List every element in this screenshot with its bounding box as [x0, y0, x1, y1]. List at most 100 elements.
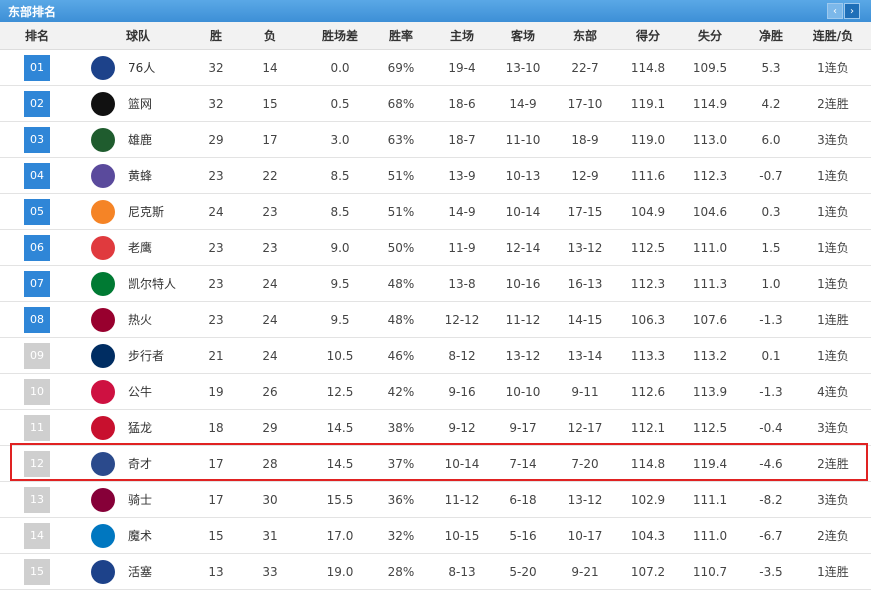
- hornets-logo[interactable]: [91, 164, 115, 188]
- cell-pts: 107.2: [630, 564, 666, 579]
- cell-diff: -0.7: [759, 168, 783, 183]
- heat-logo[interactable]: [91, 308, 115, 332]
- table-row[interactable]: 08 热火 23 24 9.5 48% 12-12 11-12 14-15 106.3 107.6 -…: [0, 302, 871, 338]
- cell-home: 18-6: [448, 96, 476, 111]
- hawks-logo[interactable]: [91, 236, 115, 260]
- team-name-link[interactable]: 篮网: [128, 86, 152, 121]
- cell-away: 9-17: [509, 420, 537, 435]
- team-name-link[interactable]: 活塞: [128, 554, 152, 589]
- rank-cell: 01: [7, 50, 67, 85]
- table-row[interactable]: 05 尼克斯 24 23 8.5 51% 14-9 10-14 17-15 104.9 104.6 0…: [0, 194, 871, 230]
- cell-pct: 51%: [387, 168, 415, 183]
- rank-badge: 15: [24, 558, 50, 585]
- col-header-pct: 胜率: [388, 29, 413, 43]
- cell-east: 7-20: [571, 456, 599, 471]
- table-row[interactable]: 09 步行者 21 24 10.5 46% 8-12 13-12 13-14 113.3 113.2…: [0, 338, 871, 374]
- col-header-streak: 连胜/负: [812, 29, 854, 43]
- cavaliers-logo[interactable]: [91, 488, 115, 512]
- rank-badge: 03: [24, 126, 50, 153]
- bulls-logo[interactable]: [91, 380, 115, 404]
- cell-pts: 111.6: [630, 168, 666, 183]
- nets-logo[interactable]: [91, 92, 115, 116]
- table-row[interactable]: 01 76人 32 14 0.0 69% 19-4 13-10 22-7 114.8 109.5 5.…: [0, 50, 871, 86]
- rank-cell: 08: [7, 302, 67, 337]
- team-name-link[interactable]: 雄鹿: [128, 122, 152, 157]
- team-name-link[interactable]: 76人: [128, 50, 155, 85]
- wizards-logo[interactable]: [91, 452, 115, 476]
- cell-w: 21: [208, 348, 224, 363]
- cell-l: 30: [262, 492, 278, 507]
- prev-page-button[interactable]: ‹: [827, 3, 843, 19]
- team-name-link[interactable]: 老鹰: [128, 230, 152, 265]
- cell-pct: 69%: [387, 60, 415, 75]
- cell-opp: 111.0: [692, 240, 728, 255]
- cell-pct: 46%: [387, 348, 415, 363]
- cell-diff: 0.1: [761, 348, 781, 363]
- table-row[interactable]: 02 篮网 32 15 0.5 68% 18-6 14-9 17-10 119.1 114.9 4.2…: [0, 86, 871, 122]
- cell-pts: 114.8: [630, 456, 666, 471]
- rank-badge: 10: [24, 378, 50, 405]
- rank-cell: 14: [7, 518, 67, 553]
- cell-east: 12-17: [567, 420, 603, 435]
- table-row[interactable]: 07 凯尔特人 23 24 9.5 48% 13-8 10-16 16-13 112.3 111.3…: [0, 266, 871, 302]
- team-name-link[interactable]: 凯尔特人: [128, 266, 176, 301]
- table-row[interactable]: 06 老鹰 23 23 9.0 50% 11-9 12-14 13-12 112.5 111.0 1.…: [0, 230, 871, 266]
- cell-east: 9-11: [571, 384, 599, 399]
- knicks-logo[interactable]: [91, 200, 115, 224]
- table-row[interactable]: 10 公牛 19 26 12.5 42% 9-16 10-10 9-11 112.6 113.9 -1…: [0, 374, 871, 410]
- bucks-logo[interactable]: [91, 128, 115, 152]
- table-row[interactable]: 11 猛龙 18 29 14.5 38% 9-12 9-17 12-17 112.1 112.5 -0…: [0, 410, 871, 446]
- team-name-link[interactable]: 步行者: [128, 338, 164, 373]
- cell-pct: 36%: [387, 492, 415, 507]
- cell-l: 24: [262, 276, 278, 291]
- rank-cell: 02: [7, 86, 67, 121]
- table-row[interactable]: 04 黄蜂 23 22 8.5 51% 13-9 10-13 12-9 111.6 112.3 -0.…: [0, 158, 871, 194]
- cell-home: 10-14: [444, 456, 480, 471]
- rank-badge: 08: [24, 306, 50, 333]
- cell-pts: 102.9: [630, 492, 666, 507]
- table-row[interactable]: 03 雄鹿 29 17 3.0 63% 18-7 11-10 18-9 119.0 113.0 6.0…: [0, 122, 871, 158]
- table-row[interactable]: 15 活塞 13 33 19.0 28% 8-13 5-20 9-21 107.2 110.7 -3.…: [0, 554, 871, 590]
- pistons-logo[interactable]: [91, 560, 115, 584]
- cell-w: 17: [208, 456, 224, 471]
- 76ers-logo[interactable]: [91, 56, 115, 80]
- team-name-link[interactable]: 热火: [128, 302, 152, 337]
- table-row[interactable]: 13 骑士 17 30 15.5 36% 11-12 6-18 13-12 102.9 111.1 -…: [0, 482, 871, 518]
- cell-opp: 111.3: [692, 276, 728, 291]
- team-name-link[interactable]: 尼克斯: [128, 194, 164, 229]
- team-name-link[interactable]: 猛龙: [128, 410, 152, 445]
- raptors-logo[interactable]: [91, 416, 115, 440]
- rank-cell: 13: [7, 482, 67, 517]
- cell-gb: 9.5: [330, 276, 350, 291]
- cell-w: 15: [208, 528, 224, 543]
- team-name-link[interactable]: 公牛: [128, 374, 152, 409]
- team-name-link[interactable]: 奇才: [128, 446, 152, 481]
- celtics-logo[interactable]: [91, 272, 115, 296]
- cell-away: 11-12: [505, 312, 541, 327]
- cell-diff: 0.3: [761, 204, 781, 219]
- team-name-link[interactable]: 骑士: [128, 482, 152, 517]
- rank-cell: 07: [7, 266, 67, 301]
- cell-pts: 119.0: [630, 132, 666, 147]
- cell-home: 13-9: [448, 168, 476, 183]
- cell-home: 11-9: [448, 240, 476, 255]
- cell-east: 9-21: [571, 564, 599, 579]
- cell-l: 33: [262, 564, 278, 579]
- magic-logo[interactable]: [91, 524, 115, 548]
- table-row[interactable]: 12 奇才 17 28 14.5 37% 10-14 7-14 7-20 114.8 119.4 -4…: [0, 446, 871, 482]
- cell-east: 22-7: [571, 60, 599, 75]
- cell-w: 23: [208, 168, 224, 183]
- team-name-link[interactable]: 魔术: [128, 518, 152, 553]
- cell-w: 24: [208, 204, 224, 219]
- next-page-button[interactable]: ›: [844, 3, 860, 19]
- team-name-link[interactable]: 黄蜂: [128, 158, 152, 193]
- rank-badge: 04: [24, 162, 50, 189]
- pacers-logo[interactable]: [91, 344, 115, 368]
- cell-pct: 32%: [387, 528, 415, 543]
- table-row[interactable]: 14 魔术 15 31 17.0 32% 10-15 5-16 10-17 104.3 111.0 -…: [0, 518, 871, 554]
- panel-title: 东部排名: [8, 5, 57, 19]
- cell-away: 6-18: [509, 492, 537, 507]
- col-header-team: 球队: [125, 29, 150, 43]
- col-header-opp: 失分: [697, 29, 722, 43]
- cell-w: 29: [208, 132, 224, 147]
